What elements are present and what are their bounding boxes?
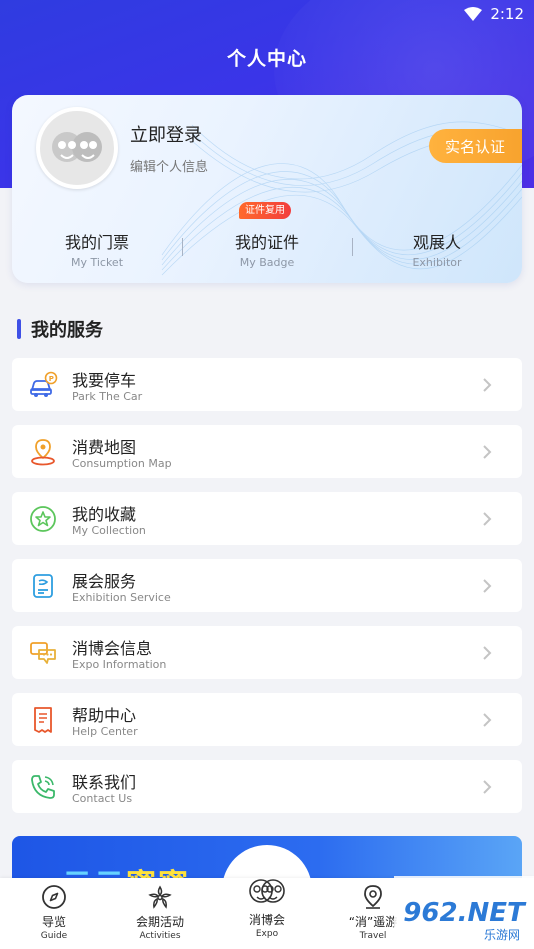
phone-icon: [28, 772, 58, 802]
stat-subtitle: My Ticket: [70, 256, 124, 269]
avatar[interactable]: [36, 107, 118, 189]
status-time: 2:12: [490, 5, 524, 23]
stat-subtitle: My Badge: [239, 256, 295, 269]
chevron-right-icon: [482, 445, 492, 459]
map-pin-icon: [28, 437, 58, 467]
watermark-subtext: 乐游网: [483, 928, 520, 942]
star-icon: [28, 504, 58, 534]
chevron-right-icon: [482, 780, 492, 794]
service-park-the-car[interactable]: P 我要停车 Park The Car: [12, 358, 522, 411]
service-my-collection[interactable]: 我的收藏 My Collection: [12, 492, 522, 545]
profile-stats: 我的门票 My Ticket 证件复用 我的证件 My Badge 观展人 Ex…: [12, 202, 522, 269]
wifi-icon: [464, 7, 483, 21]
service-exhibition-service[interactable]: 展会服务 Exhibition Service: [12, 559, 522, 612]
page-title: 个人中心: [226, 48, 307, 70]
chevron-right-icon: [482, 579, 492, 593]
section-accent-bar: [17, 319, 21, 339]
service-list: P 我要停车 Park The Car 消费地图 Consumption Map…: [12, 358, 522, 827]
mascot-icon: [249, 879, 285, 903]
stat-subtitle: Exhibitor: [412, 256, 462, 269]
service-subtitle: My Collection: [72, 524, 146, 537]
service-title: 我要停车: [72, 371, 137, 390]
service-title: 联系我们: [72, 773, 137, 792]
svg-text:P: P: [49, 375, 54, 383]
nav-sublabel: Activities: [139, 931, 181, 941]
compass-icon: [42, 885, 66, 909]
edit-profile-link[interactable]: 编辑个人信息: [130, 156, 208, 175]
service-title: 展会服务: [72, 572, 137, 591]
service-subtitle: Park The Car: [72, 390, 143, 403]
stat-title: 观展人: [412, 233, 461, 252]
exhibitor-link[interactable]: 观展人 Exhibitor: [352, 223, 522, 269]
nav-label: 会期活动: [135, 915, 184, 929]
real-name-verify-button[interactable]: 实名认证: [429, 129, 522, 163]
chevron-right-icon: [482, 646, 492, 660]
receipt-icon: [28, 705, 58, 735]
service-contact-us[interactable]: 联系我们 Contact Us: [12, 760, 522, 813]
parking-car-icon: P: [28, 370, 58, 400]
my-badge-link[interactable]: 证件复用 我的证件 My Badge: [182, 202, 352, 269]
service-title: 消博会信息: [72, 639, 153, 658]
service-subtitle: Exhibition Service: [72, 591, 171, 604]
nav-sublabel: Expo: [255, 929, 279, 939]
chevron-right-icon: [482, 378, 492, 392]
profile-card: 立即登录 编辑个人信息 实名认证 我的门票 My Ticket 证件复用 我的证…: [12, 95, 522, 283]
chevron-right-icon: [482, 713, 492, 727]
my-ticket-link[interactable]: 我的门票 My Ticket: [12, 223, 182, 269]
service-expo-information[interactable]: 消博会信息 Expo Information: [12, 626, 522, 679]
nav-label: 消博会: [248, 913, 285, 927]
service-title: 我的收藏: [72, 505, 137, 524]
nav-expo[interactable]: 消博会 Expo: [227, 878, 307, 949]
status-bar: 2:12: [0, 0, 534, 28]
mascot-avatar-icon: [52, 132, 102, 162]
services-section-title: 我的服务: [17, 316, 103, 342]
login-link[interactable]: 立即登录: [130, 121, 202, 147]
service-consumption-map[interactable]: 消费地图 Consumption Map: [12, 425, 522, 478]
nav-activities[interactable]: 会期活动 Activities: [120, 878, 200, 949]
exhibition-icon: [28, 571, 58, 601]
flower-icon: [148, 885, 172, 909]
stat-title: 我的证件: [234, 233, 299, 252]
service-subtitle: Help Center: [72, 725, 138, 738]
badge-reuse-tag: 证件复用: [239, 202, 291, 219]
section-title-text: 我的服务: [31, 320, 103, 341]
location-pin-icon: [364, 885, 382, 909]
service-subtitle: Contact Us: [72, 792, 133, 805]
service-title: 消费地图: [72, 438, 137, 457]
service-subtitle: Expo Information: [72, 658, 167, 671]
nav-guide[interactable]: 导览 Guide: [14, 878, 94, 949]
nav-label: 导览: [41, 915, 66, 929]
watermark-text: 962.NET: [403, 897, 525, 928]
stat-title: 我的门票: [64, 233, 129, 252]
service-title: 帮助中心: [72, 706, 137, 725]
chevron-right-icon: [482, 512, 492, 526]
watermark-logo: 962.NET 乐游网: [394, 876, 534, 949]
service-subtitle: Consumption Map: [72, 457, 172, 470]
service-help-center[interactable]: 帮助中心 Help Center: [12, 693, 522, 746]
nav-sublabel: Guide: [40, 931, 68, 941]
chat-bubbles-icon: [28, 638, 58, 668]
